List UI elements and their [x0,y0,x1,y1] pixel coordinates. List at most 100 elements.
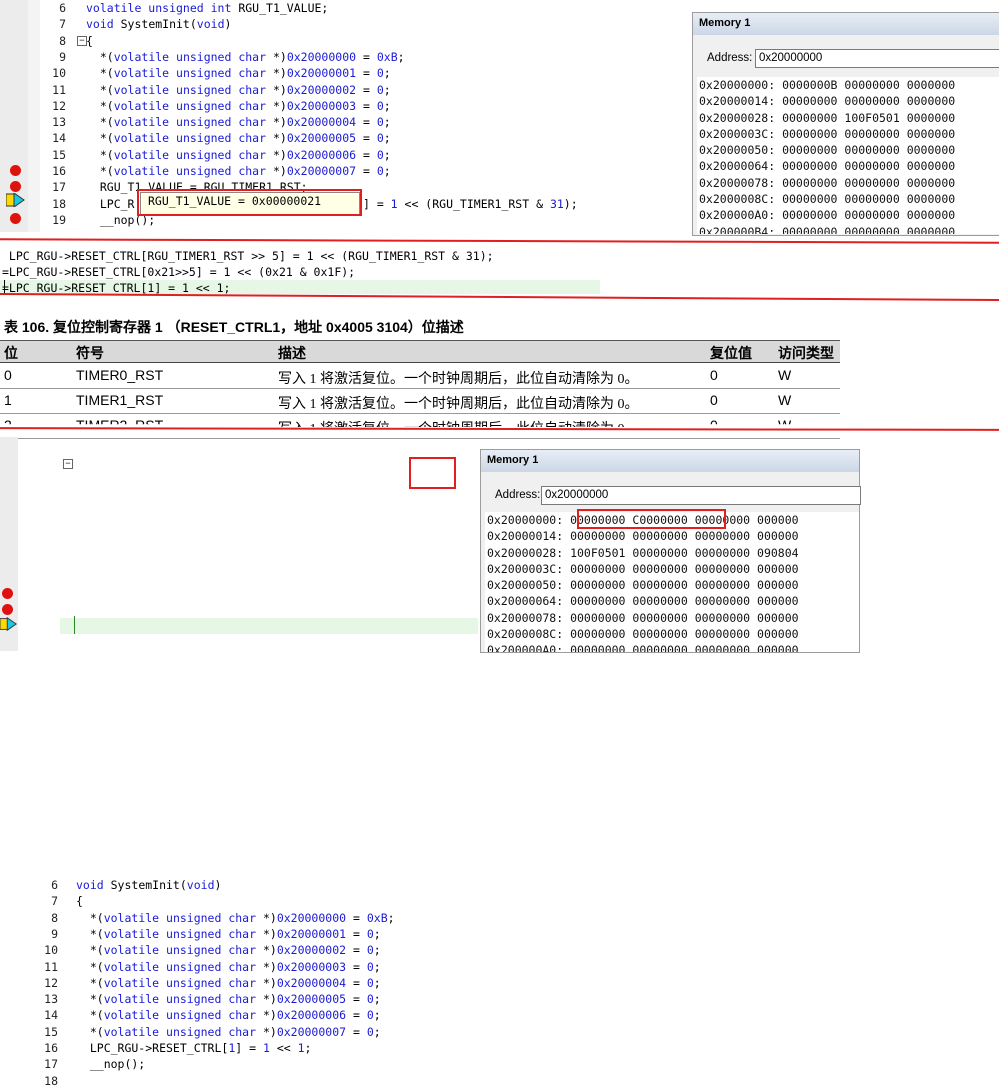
memory-row: 0x2000008C: 00000000 00000000 0000000 [699,192,956,207]
code-token: *( [86,164,114,178]
line-number: 15 [44,1024,58,1039]
code-token: 1 [262,1041,270,1055]
disassembly-view[interactable]: LPC_RGU->RESET_CTRL[RGU_TIMER1_RST >> 5]… [2,248,682,296]
breakpoint-icon[interactable] [10,213,21,224]
code-token: *) [256,992,277,1007]
line-number: 18 [44,1073,58,1088]
separator-line [0,427,999,431]
code-token: ; [373,1024,381,1039]
table-header-cell: 访问类型 [778,345,834,361]
table-cell: 写入 1 将激活复位。一个时钟周期后，此位自动清除为 0。 [278,397,639,412]
code-token: void [186,878,215,892]
code-token: 0x20000002 [286,82,357,97]
code-editor-bottom[interactable]: 6 void SystemInit(void) 7{8 *(volatile uns… [0,437,480,1088]
code-token: *( [86,115,114,130]
code-token: *( [76,1024,104,1039]
line-number: 18 [52,196,66,211]
disassembly-line: =LPC_RGU->RESET_CTRL[0x21>>5] = 1 << (0x… [2,265,356,279]
line-number: 17 [44,1057,58,1072]
code-token: RGU_T1_VALUE; [238,1,329,15]
line-number: 7 [51,894,58,909]
code-token: 0 [366,1008,374,1023]
memory-row: 0x20000064: 00000000 00000000 00000000 0… [487,594,799,609]
code-line: volatile unsigned int RGU_T1_VALUE; [86,1,328,15]
code-line: *(volatile unsigned char *)0x20000002 = … [76,943,381,957]
memory-window-bottom[interactable]: Memory 1 Address: 0x20000000 0x20000000:… [480,449,861,653]
line-number: 10 [52,66,66,81]
table-header-cell: 符号 [76,345,104,361]
code-token: volatile unsigned char [113,98,267,113]
code-token: __nop(); [76,1057,146,1072]
code-token: volatile unsigned char [113,66,267,81]
address-input[interactable]: 0x20000000 [541,486,861,505]
code-token: *) [256,959,277,974]
line-number: 17 [52,180,66,195]
code-token: *) [266,66,287,81]
code-token: *) [256,910,277,925]
address-input[interactable]: 0x20000000 [755,49,999,68]
memory-row: 0x20000014: 00000000 00000000 00000000 0… [487,529,799,544]
table-cell: 1 [4,392,12,408]
code-token: void [76,878,111,892]
code-token: 0x20000005 [276,992,347,1007]
code-token: 0 [366,959,374,974]
memory-window-title: Memory 1 [693,13,999,35]
code-token: = [356,49,377,64]
code-token: *( [86,82,114,97]
code-token: volatile unsigned char [113,82,267,97]
code-token: ; [383,115,391,130]
code-token: 0 [376,131,384,146]
line-number: 12 [44,975,58,990]
code-token: ] = [362,196,391,211]
code-token: *( [76,959,104,974]
code-token: *( [86,49,114,64]
code-token: 0x20000006 [286,147,357,162]
code-token: *( [86,147,114,162]
code-token: *) [266,164,287,178]
address-label: Address: [707,52,753,64]
memory-row: 0x20000078: 00000000 00000000 00000000 0… [487,610,799,625]
table-cell: TIMER1_RST [76,392,164,408]
code-token: ) [214,878,222,892]
memory-row: 0x20000078: 00000000 00000000 0000000 [699,175,956,190]
memory-row: 0x20000028: 100F0501 00000000 00000000 0… [487,545,799,560]
line-number: 6 [59,1,66,15]
fold-toggle-icon[interactable]: − [63,459,73,469]
code-token: 0x20000000 [276,910,347,925]
disassembly-line: LPC_RGU->RESET_CTRL[RGU_TIMER1_RST >> 5]… [2,249,494,263]
code-token: SystemInit( [120,17,197,32]
memory-row: 0x20000050: 00000000 00000000 00000000 0… [487,578,799,593]
code-token: ; [373,926,381,941]
code-token: *( [86,98,114,113]
code-token: = [346,975,367,990]
table-cell: W [778,417,792,433]
fold-toggle-icon[interactable]: − [77,36,87,46]
address-label: Address: [495,489,541,501]
code-token: volatile unsigned char [103,910,257,925]
code-token: LPC_RGU->RESET_CTRL[ [76,1041,229,1055]
code-line: *(volatile unsigned char *)0x20000007 = … [76,1025,381,1039]
table-cell: 2 [4,417,12,433]
code-token: = [356,66,377,81]
code-token: *) [256,975,277,990]
code-token: ; [383,131,391,146]
code-token: *) [256,926,277,941]
code-token: ; [373,992,381,1007]
code-line: { [86,34,93,48]
breakpoint-icon[interactable] [10,165,21,176]
code-token: SystemInit( [110,878,187,892]
code-token: 0x20000002 [276,943,347,958]
line-number: 6 [51,878,58,892]
breakpoint-icon[interactable] [2,604,13,615]
breakpoint-icon[interactable] [10,181,21,192]
breakpoint-icon[interactable] [2,588,13,599]
code-token: ); [563,196,578,211]
memory-window-top[interactable]: Memory 1 Address: 0x20000000 0x20000000:… [692,12,999,236]
code-token: 0x20000006 [276,1008,347,1023]
line-number: 8 [59,33,66,48]
code-token: 0 [366,926,374,941]
line-number: 19 [52,212,66,227]
code-line: void SystemInit(void) [76,878,221,892]
code-token: << (RGU_TIMER1_RST & [397,196,550,211]
code-line: *(volatile unsigned char *)0x20000005 = … [76,992,381,1006]
